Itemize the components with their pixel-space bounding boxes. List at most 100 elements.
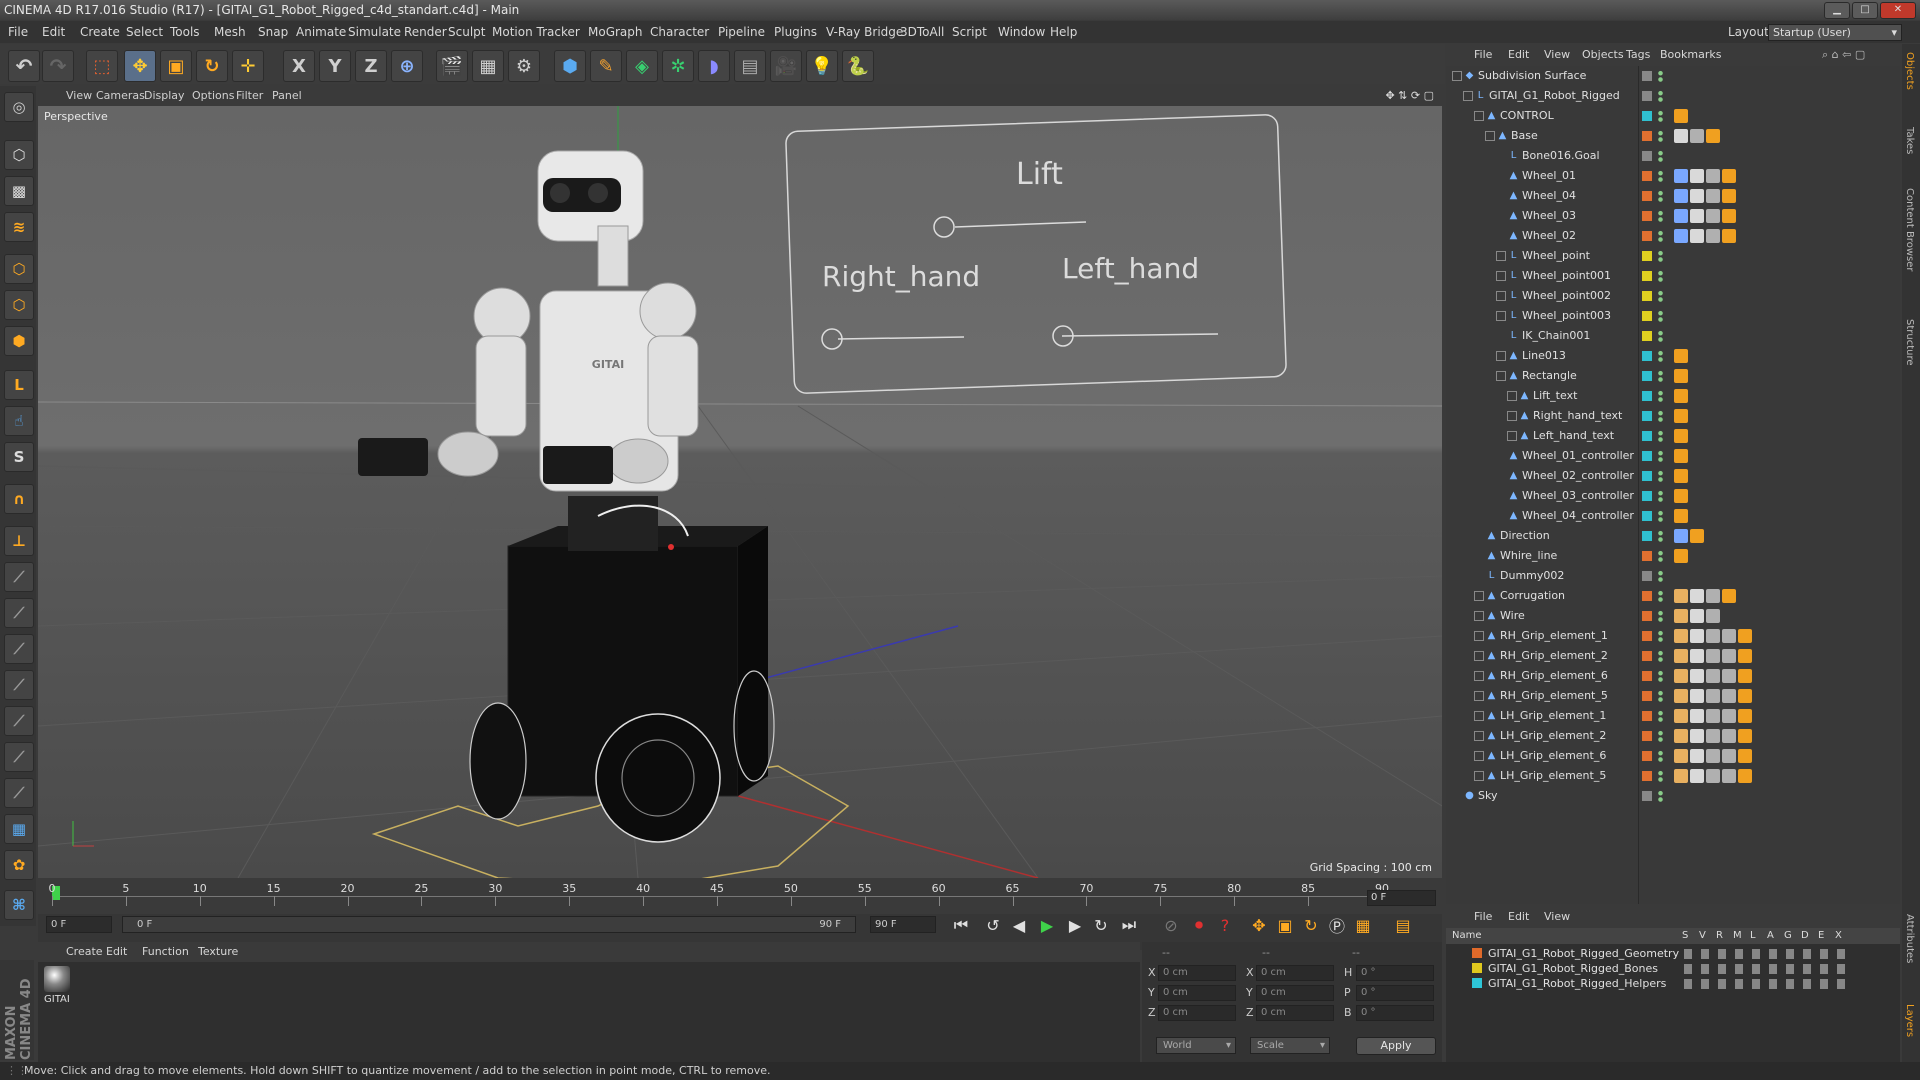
play-forward-icon[interactable]: ▶ — [1036, 914, 1058, 936]
visibility-dots-icon[interactable] — [1658, 789, 1663, 803]
rotation-field[interactable]: 0 ° — [1356, 1005, 1434, 1021]
layer-color-swatch[interactable] — [1642, 531, 1652, 541]
layer-color-swatch[interactable] — [1642, 171, 1652, 181]
object-name[interactable]: RH_Grip_element_5 — [1500, 689, 1608, 702]
layer-color-swatch[interactable] — [1642, 291, 1652, 301]
menu-character[interactable]: Character — [650, 21, 709, 43]
layer-color-swatch[interactable] — [1642, 91, 1652, 101]
collapse-icon[interactable] — [1496, 371, 1506, 381]
object-name[interactable]: RH_Grip_element_2 — [1500, 649, 1608, 662]
menu-create[interactable]: Create — [80, 21, 120, 43]
layer-color-swatch[interactable] — [1472, 978, 1482, 988]
go-to-end-icon[interactable]: ⏭ — [1118, 914, 1140, 936]
size-field[interactable]: 0 cm — [1256, 985, 1334, 1001]
constraint-tag-icon[interactable] — [1738, 629, 1752, 643]
layer-color-swatch[interactable] — [1642, 551, 1652, 561]
layer-color-swatch[interactable] — [1642, 511, 1652, 521]
layer-flag-icons[interactable] — [1684, 949, 1854, 959]
layer-column-header[interactable]: A — [1767, 928, 1774, 944]
object-menu-objects[interactable]: Objects — [1582, 44, 1624, 66]
expand-icon[interactable] — [1507, 431, 1517, 441]
constraint-tag-icon[interactable] — [1738, 749, 1752, 763]
current-frame-field[interactable]: 0 F — [1367, 890, 1436, 906]
object-row[interactable]: ▲ LH_Grip_element_2 — [1446, 726, 1900, 746]
skin-tag-icon[interactable] — [1674, 689, 1688, 703]
material-tag-icon[interactable] — [1690, 669, 1704, 683]
constraint-tag-icon[interactable] — [1738, 729, 1752, 743]
visibility-dots-icon[interactable] — [1658, 529, 1663, 543]
material-tag-icon[interactable] — [1690, 689, 1704, 703]
object-name[interactable]: Bone016.Goal — [1522, 149, 1600, 162]
expand-icon[interactable] — [1496, 291, 1506, 301]
visibility-dots-icon[interactable] — [1658, 669, 1663, 683]
right-shoulder[interactable] — [639, 282, 697, 340]
constraint-tag-icon[interactable] — [1674, 349, 1688, 363]
material-menu-create[interactable]: Create — [66, 942, 103, 962]
object-name[interactable]: LH_Grip_element_2 — [1500, 729, 1606, 742]
object-row[interactable]: L Wheel_point002 — [1446, 286, 1900, 306]
camera-icon[interactable]: 🎥 — [770, 50, 802, 82]
menu-mograph[interactable]: MoGraph — [588, 21, 643, 43]
make-editable-icon[interactable]: ◎ — [4, 92, 34, 122]
texture-tag-icon[interactable] — [1706, 629, 1720, 643]
layer-manager-list[interactable]: GITAI_G1_Robot_Rigged_Geometry GITAI_G1_R… — [1446, 944, 1900, 1062]
constraint-tag-icon[interactable] — [1674, 429, 1688, 443]
position-field[interactable]: 0 cm — [1158, 1005, 1236, 1021]
object-manager-tree[interactable]: ◆ Subdivision Surface L GITAI_G1_Robot_Rigg… — [1446, 66, 1900, 904]
start-frame-field[interactable]: 0 F — [46, 916, 112, 933]
object-name[interactable]: Wheel_01_controller — [1522, 449, 1634, 462]
constraint-tag-icon[interactable] — [1722, 169, 1736, 183]
vibrate-tag-icon[interactable] — [1674, 209, 1688, 223]
collapse-icon[interactable] — [1452, 71, 1462, 81]
skin-tag-icon[interactable] — [1674, 649, 1688, 663]
minimize-button[interactable]: ▁ — [1824, 2, 1850, 19]
expand-icon[interactable] — [1496, 271, 1506, 281]
layer-color-swatch[interactable] — [1642, 411, 1652, 421]
object-row[interactable]: L GITAI_G1_Robot_Rigged — [1446, 86, 1900, 106]
previous-frame-icon[interactable]: ◀ — [1008, 914, 1030, 936]
frame-ruler[interactable]: 0 5 10 15 20 25 30 35 40 45 50 55 60 65 70 75 80 85 90 — [49, 880, 1389, 910]
material-manager[interactable]: GITAI — [38, 962, 1140, 1062]
scale-tool-icon[interactable]: ▣ — [160, 50, 192, 82]
object-name[interactable]: LH_Grip_element_5 — [1500, 769, 1606, 782]
dock-tab-attributes[interactable]: Attributes — [1904, 914, 1915, 963]
dock-tab-content-browser[interactable]: Content Browser — [1904, 188, 1915, 271]
deformer-icon[interactable]: ◗ — [698, 50, 730, 82]
layer-column-header[interactable]: X — [1835, 928, 1842, 944]
skin-tag-icon[interactable] — [1674, 709, 1688, 723]
viewport-camera-label[interactable]: Perspective — [44, 110, 108, 123]
constraint-tag-icon[interactable] — [1722, 589, 1736, 603]
object-name[interactable]: Right_hand_text — [1533, 409, 1622, 422]
ik-tool-icon[interactable]: ⟋ — [4, 742, 34, 772]
visibility-dots-icon[interactable] — [1658, 109, 1663, 123]
python-script-icon[interactable]: ⌘ — [4, 890, 34, 920]
object-name[interactable]: Whire_line — [1500, 549, 1557, 562]
layer-row[interactable]: GITAI_G1_Robot_Rigged_Geometry — [1446, 946, 1900, 961]
layer-color-swatch[interactable] — [1642, 591, 1652, 601]
expand-icon[interactable] — [1507, 391, 1517, 401]
object-name[interactable]: Subdivision Surface — [1478, 69, 1586, 82]
menu-plugins[interactable]: Plugins — [774, 21, 817, 43]
layer-column-header[interactable]: D — [1801, 928, 1809, 944]
material-menu-texture[interactable]: Texture — [198, 942, 238, 962]
vibrate-tag-icon[interactable] — [1674, 189, 1688, 203]
menu-simulate[interactable]: Simulate — [348, 21, 401, 43]
expand-icon[interactable] — [1474, 631, 1484, 641]
object-menu-tags[interactable]: Tags — [1626, 44, 1650, 66]
texture-tag-icon[interactable] — [1706, 189, 1720, 203]
menu-file[interactable]: File — [8, 21, 28, 43]
material-menu-edit[interactable]: Edit — [106, 942, 127, 962]
dock-tab-takes[interactable]: Takes — [1904, 127, 1915, 154]
redo-icon[interactable]: ↷ — [42, 50, 74, 82]
visibility-dots-icon[interactable] — [1658, 249, 1663, 263]
material-tag-icon[interactable] — [1690, 749, 1704, 763]
visibility-dots-icon[interactable] — [1658, 649, 1663, 663]
vibrate-tag-icon[interactable] — [1674, 169, 1688, 183]
visibility-dots-icon[interactable] — [1658, 229, 1663, 243]
object-row[interactable]: ▲ Wheel_03 — [1446, 206, 1900, 226]
expand-icon[interactable] — [1474, 611, 1484, 621]
layer-flag-icons[interactable] — [1684, 964, 1854, 974]
render-settings-icon[interactable]: ⚙ — [508, 50, 540, 82]
material-tag-icon[interactable] — [1690, 229, 1704, 243]
menu-mesh[interactable]: Mesh — [214, 21, 246, 43]
